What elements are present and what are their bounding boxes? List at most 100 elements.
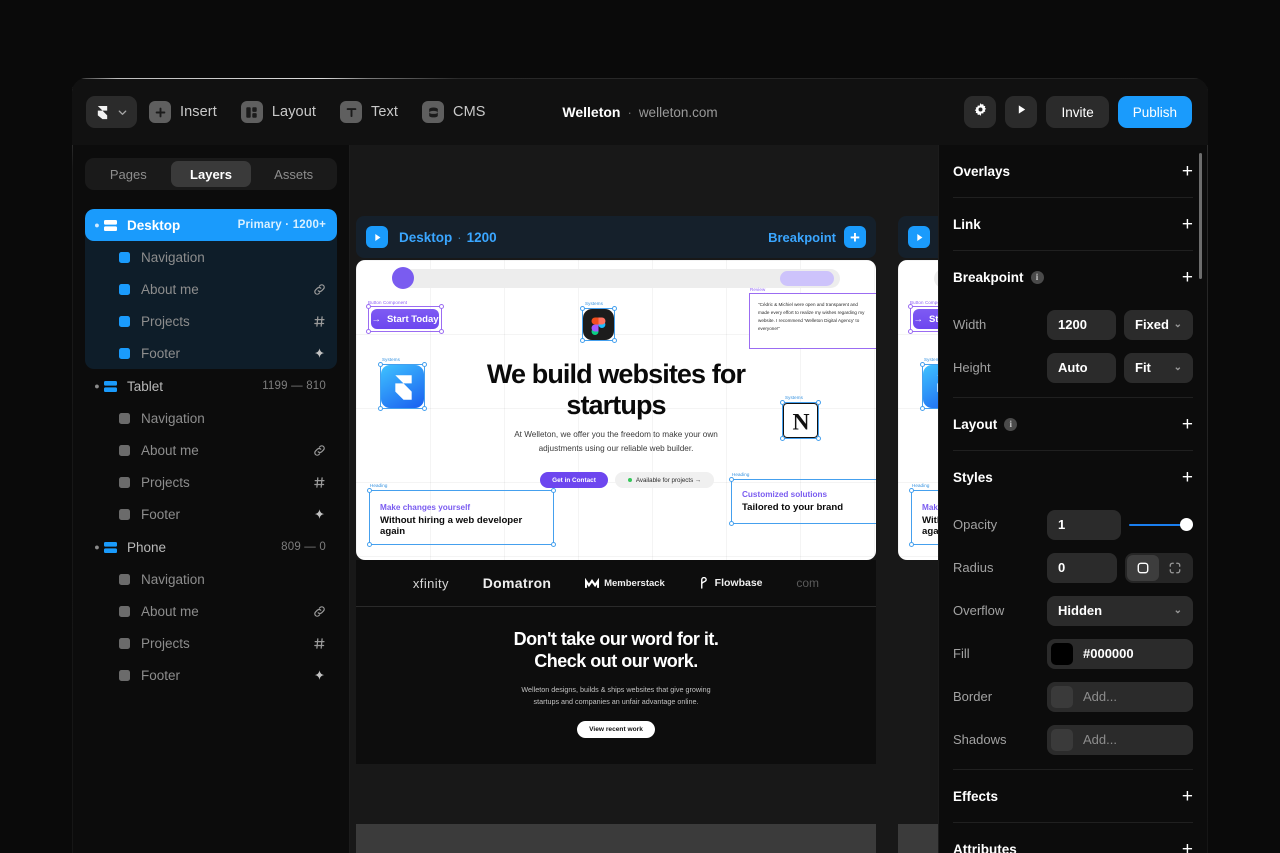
resize-handle[interactable]	[920, 362, 925, 367]
website-available-chip[interactable]: Available for projects →	[615, 472, 714, 488]
shadow-swatch[interactable]	[1051, 728, 1073, 751]
disclosure-triangle-icon[interactable]: ●	[91, 542, 103, 552]
slider-knob[interactable]	[1180, 518, 1193, 531]
add-breakpoint-button[interactable]: +	[844, 226, 866, 248]
selection-box-start-today[interactable]: → Start Today	[366, 304, 444, 334]
add-attribute-button[interactable]: +	[1182, 840, 1193, 853]
height-mode-select[interactable]: Fit ⌄	[1124, 352, 1193, 383]
toolbar-item-text[interactable]: Text	[332, 95, 410, 129]
overflow-select[interactable]: Hidden ⌄	[1047, 595, 1193, 626]
add-breakpoint-button[interactable]: +	[1182, 268, 1193, 287]
add-effect-button[interactable]: +	[1182, 787, 1193, 806]
resize-handle[interactable]	[551, 488, 556, 493]
resize-handle[interactable]	[920, 406, 925, 411]
layer-row-projects[interactable]: Projects	[85, 627, 337, 659]
width-mode-select[interactable]: Fixed ⌄	[1124, 309, 1193, 340]
layer-row-projects[interactable]: Projects	[85, 305, 337, 337]
frame-header-tablet[interactable]: Tablet	[898, 216, 938, 258]
layer-row-tablet[interactable]: ● Tablet 1199 — 810	[85, 370, 337, 402]
cta-view-recent-work-button[interactable]: View recent work	[577, 721, 655, 739]
uniform-radius-icon[interactable]	[1127, 554, 1159, 581]
disclosure-triangle-icon[interactable]: ●	[91, 381, 103, 391]
resize-handle[interactable]	[909, 488, 914, 493]
resize-handle[interactable]	[580, 306, 585, 311]
info-icon[interactable]: i	[1030, 270, 1044, 284]
settings-button[interactable]	[964, 96, 997, 128]
layer-row-footer[interactable]: Footer	[85, 337, 337, 369]
layer-row-footer[interactable]: Footer	[85, 659, 337, 691]
selection-box-figma-icon[interactable]	[580, 306, 617, 343]
tab-assets[interactable]: Assets	[253, 161, 334, 187]
selection-box-left-heading[interactable]: Make changes yourself Without hiring a w…	[367, 488, 556, 547]
canvas-area[interactable]: Desktop · 1200 Breakpoint + Button Compo…	[350, 145, 938, 853]
resize-handle[interactable]	[612, 306, 617, 311]
tab-layers[interactable]: Layers	[170, 161, 252, 187]
opacity-input[interactable]: 1	[1047, 509, 1121, 540]
publish-button[interactable]: Publish	[1117, 96, 1192, 128]
frame-header-desktop[interactable]: Desktop · 1200 Breakpoint +	[356, 216, 876, 258]
canvas-frame-tablet[interactable]: Tablet Button Component → Start Today Sy…	[898, 216, 938, 560]
add-overlay-button[interactable]: +	[1182, 162, 1193, 181]
resize-handle[interactable]	[909, 542, 914, 547]
fill-field[interactable]: #000000	[1047, 638, 1193, 669]
tab-pages[interactable]: Pages	[88, 161, 169, 187]
shadows-field[interactable]: Add...	[1047, 724, 1193, 755]
canvas-frame-desktop[interactable]: Desktop · 1200 Breakpoint + Button Compo…	[356, 216, 876, 765]
selection-box-right-heading[interactable]: Customized solutions Tailored to your br…	[729, 477, 876, 526]
fill-color-swatch[interactable]	[1051, 642, 1073, 665]
resize-handle[interactable]	[439, 329, 444, 334]
add-layout-button[interactable]: +	[1182, 415, 1193, 434]
selection-box-start-today[interactable]: → Start Today	[908, 304, 938, 334]
resize-handle[interactable]	[439, 304, 444, 309]
invite-button[interactable]: Invite	[1046, 96, 1109, 128]
layer-row-about-me[interactable]: About me	[85, 273, 337, 305]
width-input[interactable]: 1200	[1047, 309, 1116, 340]
resize-handle[interactable]	[366, 329, 371, 334]
toolbar-item-insert[interactable]: Insert	[141, 95, 229, 129]
website-start-today-button[interactable]: → Start Today	[371, 309, 439, 329]
layer-row-desktop[interactable]: ● Desktop Primary · 1200+	[85, 209, 337, 241]
frame-play-icon[interactable]	[908, 226, 930, 248]
individual-radius-icon[interactable]	[1159, 555, 1191, 581]
resize-handle[interactable]	[551, 542, 556, 547]
selection-box-framer-icon[interactable]	[920, 362, 938, 411]
frame-body-tablet[interactable]: Button Component → Start Today Systems	[898, 260, 938, 560]
add-link-button[interactable]: +	[1182, 215, 1193, 234]
radius-input[interactable]: 0	[1047, 552, 1117, 583]
layer-row-navigation[interactable]: Navigation	[85, 402, 337, 434]
resize-handle[interactable]	[367, 488, 372, 493]
layer-row-about-me[interactable]: About me	[85, 595, 337, 627]
toolbar-item-layout[interactable]: Layout	[233, 95, 328, 129]
border-color-swatch[interactable]	[1051, 685, 1073, 708]
resize-handle[interactable]	[729, 521, 734, 526]
layer-row-navigation[interactable]: Navigation	[85, 563, 337, 595]
opacity-slider[interactable]	[1129, 510, 1193, 540]
toolbar-item-cms[interactable]: CMS	[414, 95, 498, 129]
add-style-button[interactable]: +	[1182, 468, 1193, 487]
section-header-breakpoint: Breakpoint i +	[953, 251, 1193, 303]
resize-handle[interactable]	[580, 338, 585, 343]
resize-handle[interactable]	[729, 477, 734, 482]
height-input[interactable]: Auto	[1047, 352, 1116, 383]
preview-button[interactable]	[1005, 96, 1038, 128]
resize-handle[interactable]	[366, 304, 371, 309]
layer-row-about-me[interactable]: About me	[85, 434, 337, 466]
app-menu-button[interactable]	[86, 96, 137, 128]
resize-handle[interactable]	[367, 542, 372, 547]
layer-row-navigation[interactable]: Navigation	[85, 241, 337, 273]
frame-play-icon[interactable]	[366, 226, 388, 248]
layer-row-phone[interactable]: ● Phone 809 — 0	[85, 531, 337, 563]
layer-row-footer[interactable]: Footer	[85, 498, 337, 530]
website-start-today-button[interactable]: → Start Today	[913, 309, 938, 329]
website-get-in-contact-button[interactable]: Get in Contact	[540, 472, 608, 488]
frame-body-desktop[interactable]: Button Component → Start Today Systems R…	[356, 260, 876, 560]
panel-scrollbar[interactable]	[1199, 153, 1202, 279]
selection-box-left-heading[interactable]: Make changes yourself Without hiring a w…	[909, 488, 938, 547]
disclosure-triangle-icon[interactable]: ●	[91, 220, 103, 230]
resize-handle[interactable]	[908, 329, 913, 334]
resize-handle[interactable]	[908, 304, 913, 309]
layer-row-projects[interactable]: Projects	[85, 466, 337, 498]
info-icon[interactable]: i	[1004, 417, 1018, 431]
border-field[interactable]: Add...	[1047, 681, 1193, 712]
resize-handle[interactable]	[612, 338, 617, 343]
